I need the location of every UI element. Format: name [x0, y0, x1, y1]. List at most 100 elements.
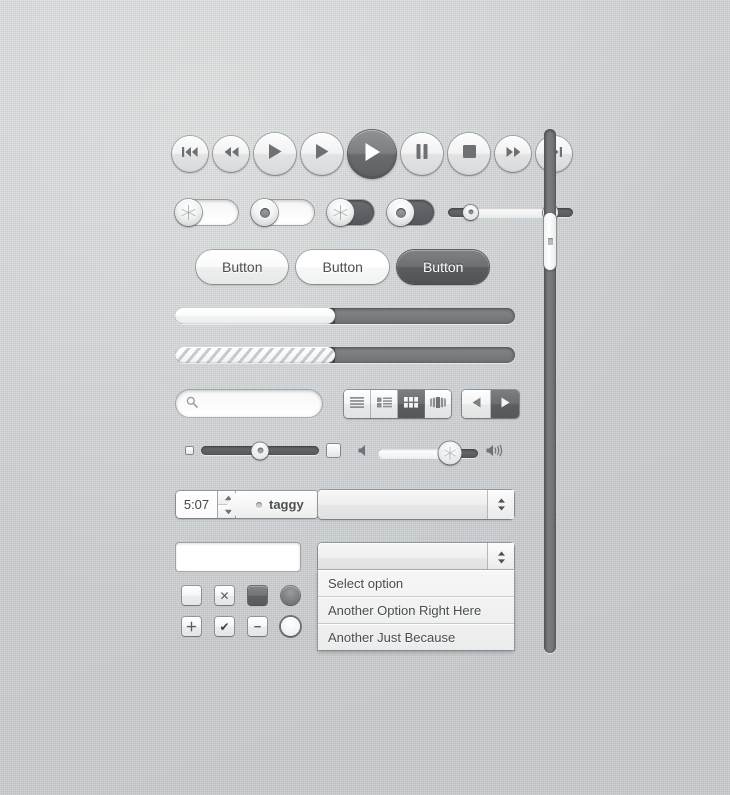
- select-value: [318, 490, 487, 519]
- checkbox-filled[interactable]: [248, 586, 267, 605]
- toggle-switch-row: [175, 199, 573, 226]
- updown-arrows-icon[interactable]: [487, 543, 514, 572]
- button-pressed[interactable]: Button: [396, 250, 490, 284]
- search-field[interactable]: [176, 390, 322, 417]
- checkbox-radio-grid: ✕ ＋ ✔ −: [182, 586, 300, 636]
- fast-forward-button[interactable]: [495, 136, 531, 172]
- checkbox-cross[interactable]: ✕: [215, 586, 234, 605]
- tag-label: taggy: [269, 497, 304, 512]
- progress-bar-striped[interactable]: [175, 347, 515, 363]
- small-square-icon: [186, 447, 193, 454]
- range-slider-fill: [470, 208, 551, 217]
- next-button[interactable]: [491, 390, 519, 418]
- checkbox-empty[interactable]: [182, 586, 201, 605]
- minus-icon: −: [253, 619, 262, 634]
- scrollbar-grip-icon: [547, 238, 553, 246]
- rewind-button[interactable]: [213, 136, 249, 172]
- select-value: [318, 543, 487, 572]
- knob-spokes-icon: [443, 446, 457, 460]
- segment-list-detail-view[interactable]: [371, 390, 398, 418]
- knob-spokes-icon: [333, 205, 348, 220]
- toggle-switch-off-dotted[interactable]: [387, 199, 434, 226]
- dropdown-option[interactable]: Another Option Right Here: [318, 597, 514, 624]
- list-detail-view-icon: [376, 395, 392, 413]
- dropdown-option[interactable]: Another Just Because: [318, 624, 514, 650]
- size-slider-group: [186, 442, 340, 459]
- size-slider-handle[interactable]: [251, 442, 269, 459]
- previous-button[interactable]: [462, 390, 491, 418]
- navigation-arrows-control: [462, 390, 519, 418]
- stop-button[interactable]: [448, 133, 490, 175]
- stop-icon: [462, 144, 477, 164]
- stepper-value[interactable]: 5:07: [176, 491, 217, 518]
- scrollbar-thumb[interactable]: [544, 212, 556, 271]
- volume-slider-group: [358, 441, 503, 465]
- plus-icon: ＋: [185, 619, 198, 634]
- text-input-field[interactable]: [176, 543, 300, 571]
- rewind-icon: [223, 145, 240, 163]
- list-view-icon: [350, 395, 364, 413]
- select-dropdown-top[interactable]: [318, 490, 514, 519]
- button-label: Button: [422, 259, 464, 275]
- toggle-switch-on-spoked[interactable]: [175, 199, 238, 226]
- select-dropdown-open[interactable]: [318, 543, 514, 572]
- checkbox-row-1: ✕: [182, 586, 300, 605]
- segment-coverflow-view[interactable]: [425, 390, 451, 418]
- checkbox-row-2: ＋ ✔ −: [182, 617, 300, 636]
- toggle-knob[interactable]: [251, 199, 278, 226]
- progress-bar-plain[interactable]: [175, 308, 515, 324]
- segment-grid-view[interactable]: [398, 390, 425, 418]
- search-icon: [186, 395, 198, 413]
- pause-button[interactable]: [401, 133, 443, 175]
- large-square-icon: [327, 444, 340, 457]
- arrow-right-icon: [501, 395, 510, 413]
- button-hover[interactable]: Button: [296, 250, 389, 284]
- knob-spokes-icon: [181, 205, 196, 220]
- progress-bar-fill: [175, 308, 335, 324]
- toggle-knob[interactable]: [175, 199, 202, 226]
- vertical-scrollbar[interactable]: [544, 129, 556, 653]
- dropdown-option-list: Select option Another Option Right Here …: [318, 570, 514, 650]
- play-icon: [314, 143, 330, 165]
- grid-view-icon: [404, 395, 418, 413]
- size-slider[interactable]: [201, 442, 319, 459]
- play-button-1[interactable]: [254, 133, 296, 175]
- rewind-to-start-button[interactable]: [172, 136, 208, 172]
- toggle-knob[interactable]: [387, 199, 414, 226]
- checkbox-check[interactable]: ✔: [215, 617, 234, 636]
- button-label: Button: [322, 259, 363, 275]
- speaker-mute-icon: [358, 444, 370, 462]
- fast-forward-icon: [505, 145, 522, 163]
- button-label: Button: [222, 259, 263, 275]
- coverflow-view-icon: [430, 395, 446, 413]
- transport-controls: [172, 130, 572, 178]
- play-button-2[interactable]: [301, 133, 343, 175]
- radio-unselected-light[interactable]: [281, 617, 300, 636]
- arrow-left-icon: [472, 395, 481, 413]
- cross-icon: ✕: [219, 588, 230, 603]
- button-normal[interactable]: Button: [196, 250, 289, 284]
- tag-chip[interactable]: taggy: [227, 491, 318, 518]
- skip-backward-icon: [181, 145, 199, 163]
- segment-list-view[interactable]: [344, 390, 371, 418]
- checkbox-minus[interactable]: −: [248, 617, 267, 636]
- pause-icon: [415, 143, 429, 165]
- range-slider-handle-low[interactable]: [463, 204, 478, 220]
- play-icon: [267, 143, 283, 165]
- updown-arrows-icon[interactable]: [487, 490, 514, 519]
- play-icon: [363, 142, 382, 167]
- dropdown-option[interactable]: Select option: [318, 570, 514, 597]
- play-button-active[interactable]: [348, 130, 396, 178]
- toggle-switch-off-spoked[interactable]: [327, 199, 374, 226]
- checkbox-plus[interactable]: ＋: [182, 617, 201, 636]
- volume-slider[interactable]: [378, 441, 478, 465]
- radio-selected-dark[interactable]: [281, 586, 300, 605]
- toggle-knob[interactable]: [327, 199, 354, 226]
- view-mode-segmented-control: [344, 390, 451, 418]
- knob-dot-icon: [395, 207, 406, 218]
- progress-bar-fill: [175, 347, 335, 363]
- speaker-loud-icon: [486, 444, 503, 462]
- volume-slider-handle[interactable]: [438, 441, 462, 465]
- toggle-switch-on-dotted[interactable]: [251, 199, 314, 226]
- check-icon: ✔: [219, 619, 230, 634]
